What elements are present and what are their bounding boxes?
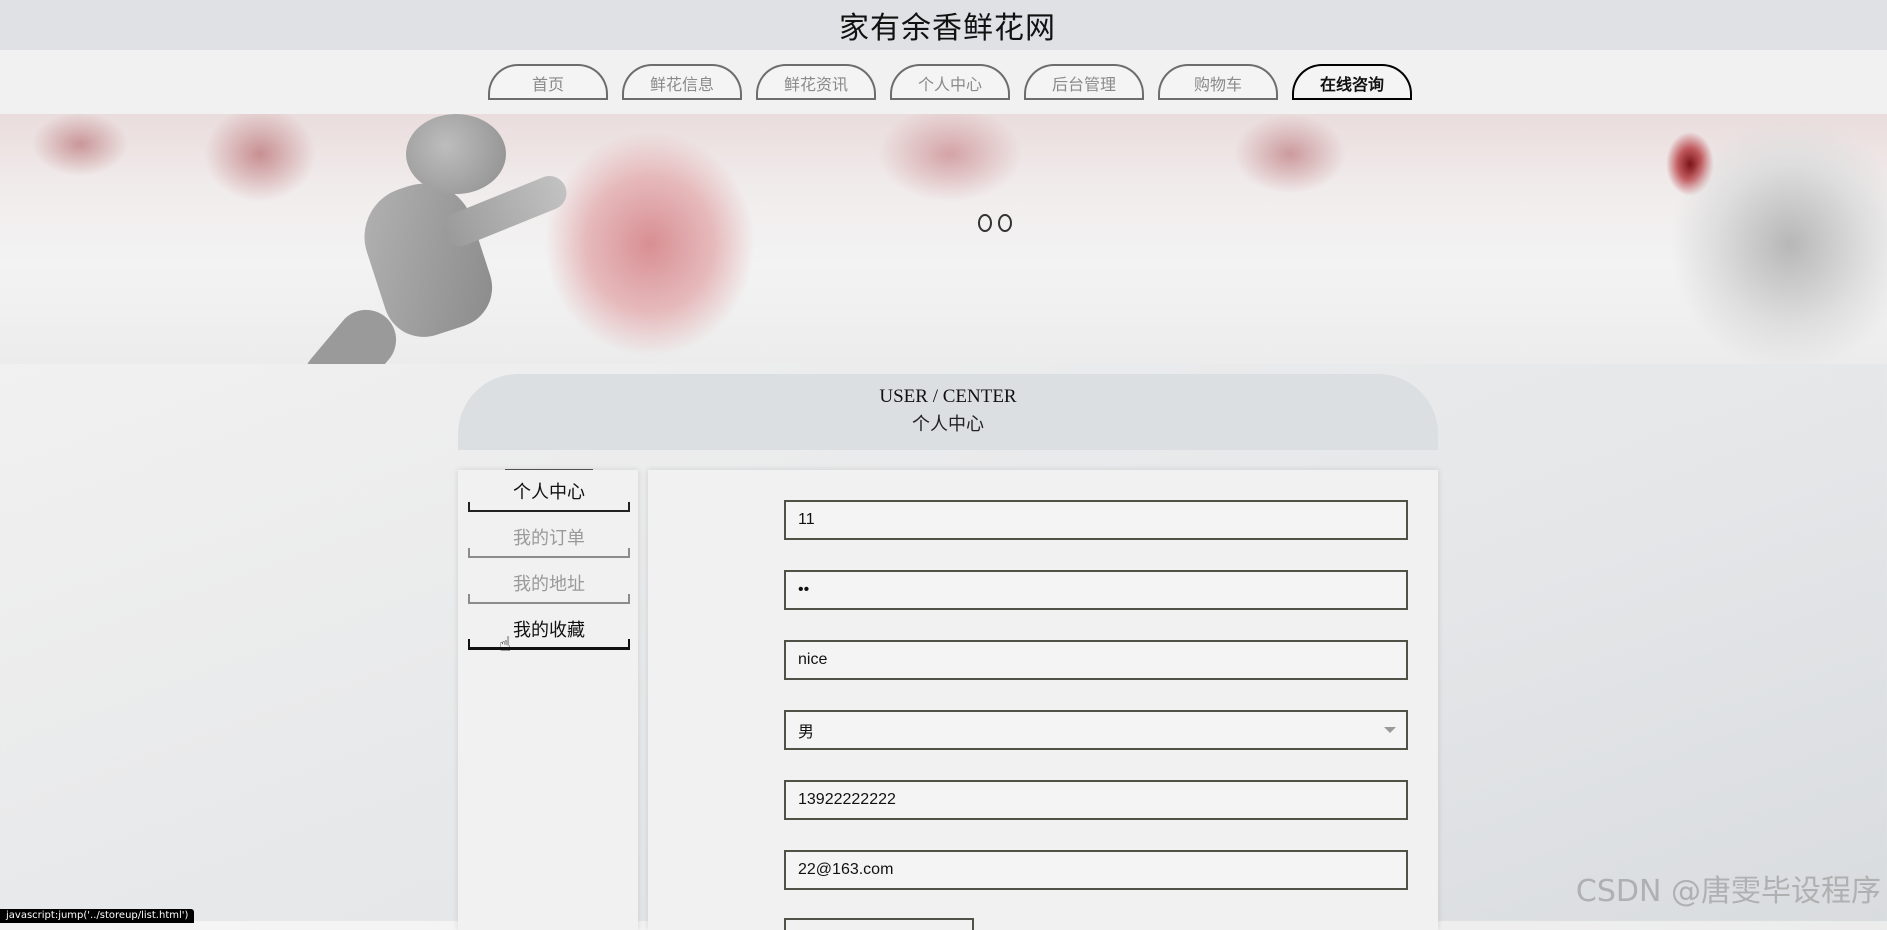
- sidebar-item-my-address[interactable]: 我的地址: [468, 564, 630, 604]
- nav-tabs: 首页 鲜花信息 鲜花资讯 个人中心 后台管理 购物车 在线咨询: [488, 64, 1412, 100]
- site-header: 家有余香鲜花网: [0, 0, 1887, 50]
- section-title-en: USER / CENTER: [879, 386, 1017, 407]
- sidebar-item-label: 我的订单: [513, 528, 585, 549]
- sidebar-tick: [628, 639, 630, 647]
- user-sidebar: 个人中心 我的订单 我的地址 我的收藏: [458, 470, 638, 930]
- form-row-email: 邮箱: [648, 850, 1438, 890]
- section-header: USER / CENTER 个人中心: [458, 374, 1438, 450]
- form-row-nickname: 昵称: [648, 640, 1438, 680]
- sidebar-tick: [628, 594, 630, 602]
- sidebar-tick: [468, 594, 470, 602]
- sidebar-tick: [468, 502, 470, 510]
- profile-form-panel: 账号 密码 昵称 性别 男 手机 邮箱: [648, 470, 1438, 930]
- sidebar-tick: [628, 548, 630, 556]
- section-title-cn: 个人中心: [912, 414, 984, 434]
- carousel-indicators: [978, 214, 1012, 232]
- avatar-upload-button[interactable]: [784, 918, 974, 930]
- password-input[interactable]: [784, 570, 1408, 610]
- hand-pointer-icon: ☝: [499, 632, 512, 656]
- form-row-account: 账号: [648, 500, 1438, 540]
- gender-selected-value: 男: [798, 722, 815, 741]
- site-title: 家有余香鲜花网: [839, 11, 1056, 46]
- form-row-password: 密码: [648, 570, 1438, 610]
- sidebar-tick: [468, 639, 470, 647]
- nav-tab-admin[interactable]: 后台管理: [1024, 64, 1144, 100]
- nav-tab-user-center[interactable]: 个人中心: [890, 64, 1010, 100]
- sidebar-tick: [468, 548, 470, 556]
- sidebar-item-label: 个人中心: [513, 482, 585, 503]
- nav-tab-home[interactable]: 首页: [488, 64, 608, 100]
- nav-tab-cart[interactable]: 购物车: [1158, 64, 1278, 100]
- sidebar-item-label: 我的收藏: [513, 619, 585, 641]
- sidebar-item-my-orders[interactable]: 我的订单: [468, 518, 630, 558]
- nav-tab-flower-info[interactable]: 鲜花信息: [622, 64, 742, 100]
- sidebar-item-label: 我的地址: [513, 574, 585, 595]
- email-input[interactable]: [784, 850, 1408, 890]
- main-nav: 首页 鲜花信息 鲜花资讯 个人中心 后台管理 购物车 在线咨询: [0, 50, 1887, 114]
- banner-figure-head: [406, 114, 506, 194]
- sidebar-item-user-center[interactable]: 个人中心: [468, 472, 630, 512]
- carousel-dot-1[interactable]: [978, 214, 992, 232]
- form-row-phone: 手机: [648, 780, 1438, 820]
- gender-select[interactable]: 男: [784, 710, 1408, 750]
- banner-carousel: [0, 114, 1887, 364]
- form-row-gender: 性别 男: [648, 710, 1438, 750]
- sidebar-tick: [628, 502, 630, 510]
- nickname-input[interactable]: [784, 640, 1408, 680]
- sidebar-item-my-favorites[interactable]: 我的收藏: [468, 610, 630, 650]
- nav-tab-consult[interactable]: 在线咨询: [1292, 64, 1412, 100]
- watermark: CSDN @唐雯毕设程序: [1575, 874, 1881, 909]
- account-input[interactable]: [784, 500, 1408, 540]
- chevron-down-icon: [1384, 727, 1396, 733]
- carousel-dot-2[interactable]: [998, 214, 1012, 232]
- nav-tab-flower-news[interactable]: 鲜花资讯: [756, 64, 876, 100]
- phone-input[interactable]: [784, 780, 1408, 820]
